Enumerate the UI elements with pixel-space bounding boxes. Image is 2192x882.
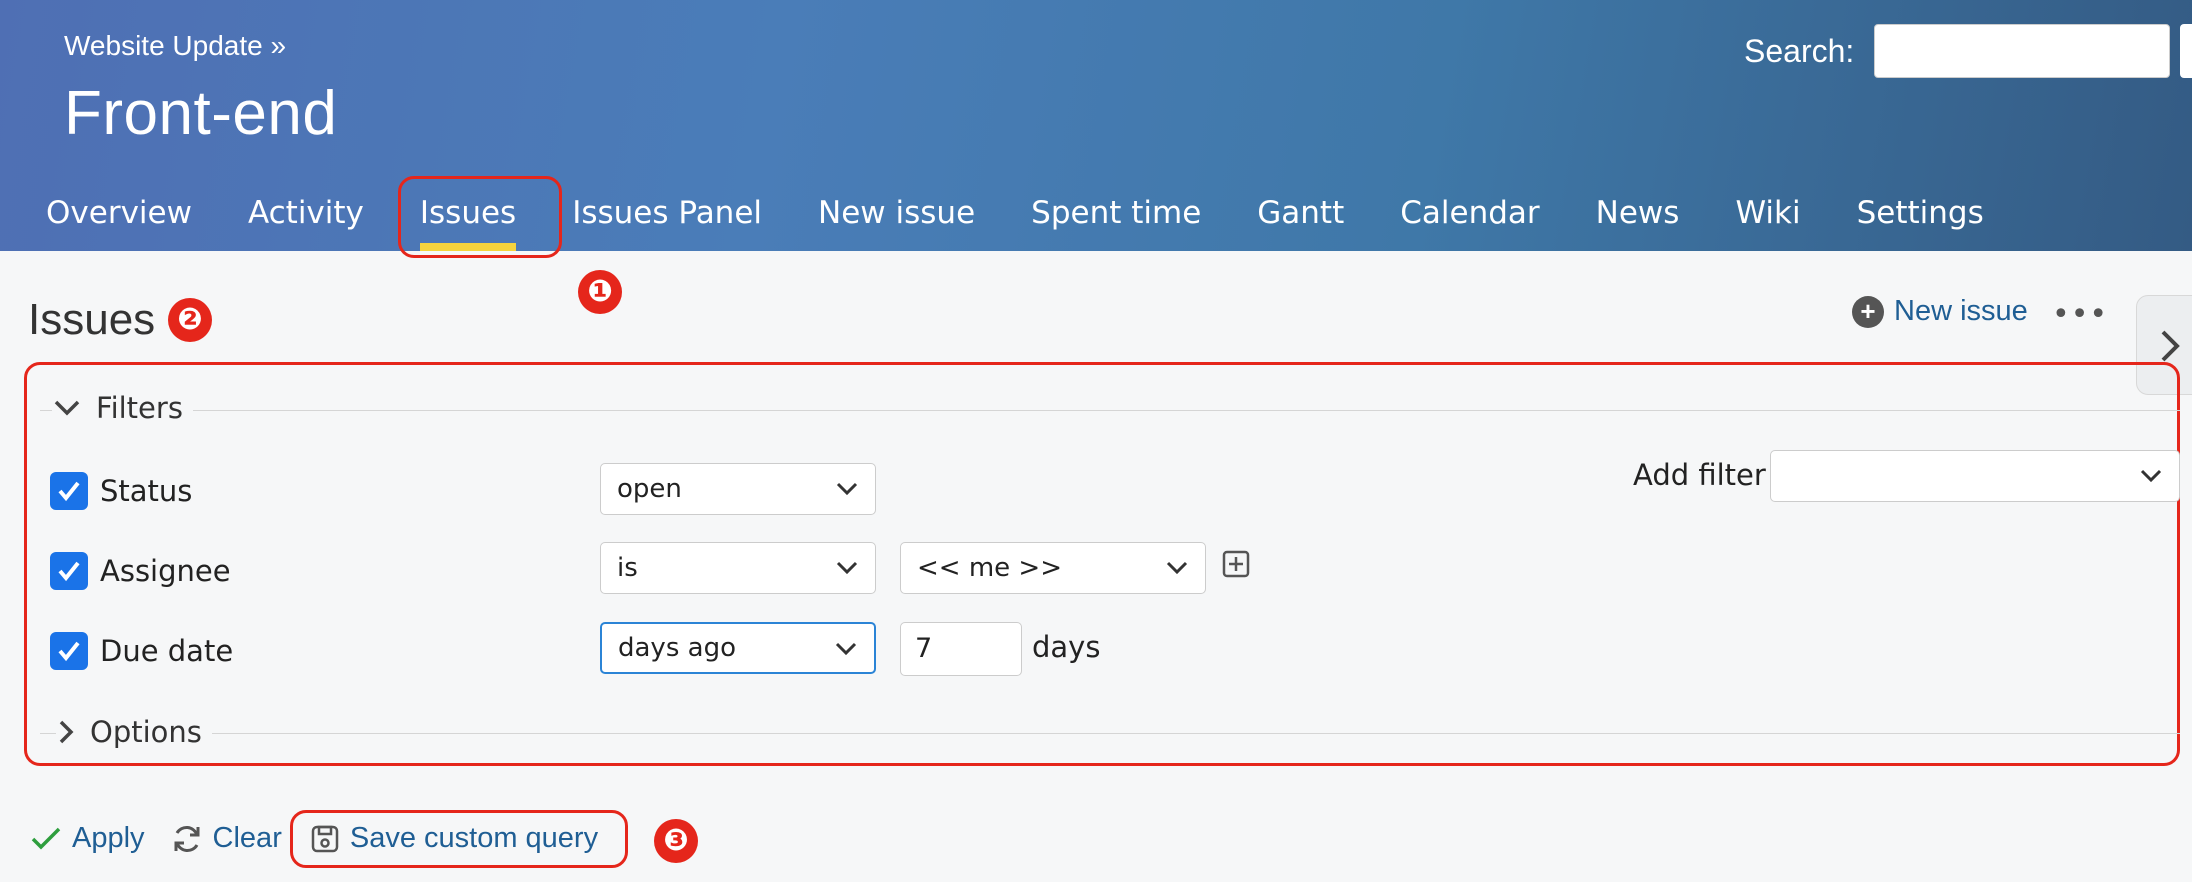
tab-activity[interactable]: Activity (220, 192, 392, 251)
tab-gantt[interactable]: Gantt (1229, 192, 1372, 251)
due-date-checkbox[interactable] (50, 632, 88, 670)
chevron-down-icon (54, 400, 80, 416)
tab-calendar[interactable]: Calendar (1372, 192, 1567, 251)
step-badge-1: ❶ (578, 270, 622, 314)
filter-row-status: Status (50, 472, 192, 510)
add-filter-label: Add filter (1633, 458, 1766, 492)
page-title: Issues (28, 295, 156, 344)
status-operator-select[interactable]: open (600, 463, 876, 515)
assignee-value: << me >> (917, 553, 1062, 583)
more-actions-menu[interactable]: ••• (2052, 297, 2108, 332)
apply-button[interactable]: Apply (30, 822, 145, 855)
clear-button[interactable]: Clear (171, 822, 282, 855)
project-title: Front-end (64, 79, 338, 148)
save-query-highlight (290, 810, 628, 868)
plus-square-icon[interactable] (1222, 550, 1250, 578)
project-main-menu: Overview Activity Issues Issues Panel Ne… (0, 192, 2012, 251)
filters-fieldset-border (40, 410, 2180, 411)
issues-tab-highlight (398, 176, 562, 258)
assignee-checkbox[interactable] (50, 552, 88, 590)
clear-label: Clear (212, 822, 282, 854)
checkmark-icon (31, 827, 61, 849)
new-issue-label: New issue (1894, 295, 2028, 327)
new-issue-link[interactable]: + New issue (1852, 295, 2028, 328)
add-filter-select[interactable] (1770, 450, 2180, 502)
status-label: Status (100, 474, 193, 508)
assignee-operator-value: is (617, 553, 638, 583)
chevron-down-icon (2140, 469, 2162, 483)
due-date-days-input[interactable]: 7 (900, 622, 1022, 676)
chevron-down-icon (836, 561, 858, 575)
due-date-label: Due date (100, 634, 234, 668)
days-suffix-label: days (1032, 630, 1101, 664)
search-submit-edge[interactable] (2180, 24, 2192, 78)
tab-new-issue[interactable]: New issue (790, 192, 1003, 251)
tab-spent-time[interactable]: Spent time (1003, 192, 1229, 251)
step-badge-2: ❷ (168, 298, 212, 342)
filter-row-due-date: Due date (50, 632, 233, 670)
tab-news[interactable]: News (1568, 192, 1708, 251)
filters-legend-label: Filters (96, 391, 183, 425)
apply-label: Apply (72, 822, 145, 854)
status-checkbox[interactable] (50, 472, 88, 510)
due-date-operator-value: days ago (618, 633, 736, 663)
chevron-right-icon (59, 720, 74, 744)
add-circle-icon: + (1852, 295, 1884, 328)
assignee-value-select[interactable]: << me >> (900, 542, 1206, 594)
assignee-operator-select[interactable]: is (600, 542, 876, 594)
breadcrumb-parent-project[interactable]: Website Update » (64, 30, 286, 62)
tab-issues-panel[interactable]: Issues Panel (544, 192, 790, 251)
chevron-down-icon (836, 482, 858, 496)
options-legend-label: Options (90, 715, 202, 749)
options-legend[interactable]: Options (56, 715, 212, 749)
filter-row-assignee: Assignee (50, 552, 231, 590)
chevron-down-icon (835, 642, 857, 656)
due-date-operator-select[interactable]: days ago (600, 622, 876, 674)
search-input[interactable] (1874, 24, 2170, 78)
tab-wiki[interactable]: Wiki (1707, 192, 1828, 251)
checkmark-icon (58, 481, 80, 502)
search-label: Search: (1744, 33, 1855, 69)
reload-icon (174, 825, 200, 852)
tab-settings[interactable]: Settings (1829, 192, 2012, 251)
filters-legend[interactable]: Filters (52, 391, 193, 425)
assignee-label: Assignee (100, 554, 231, 588)
checkmark-icon (58, 561, 80, 582)
step-badge-3: ❸ (654, 819, 698, 863)
checkmark-icon (58, 641, 80, 662)
chevron-down-icon (1166, 561, 1188, 575)
tab-overview[interactable]: Overview (0, 192, 220, 251)
status-operator-value: open (617, 474, 682, 504)
top-header: Website Update » Front-end Search: Overv… (0, 0, 2192, 251)
options-fieldset-border (40, 733, 2180, 734)
chevron-right-icon (2161, 330, 2180, 362)
